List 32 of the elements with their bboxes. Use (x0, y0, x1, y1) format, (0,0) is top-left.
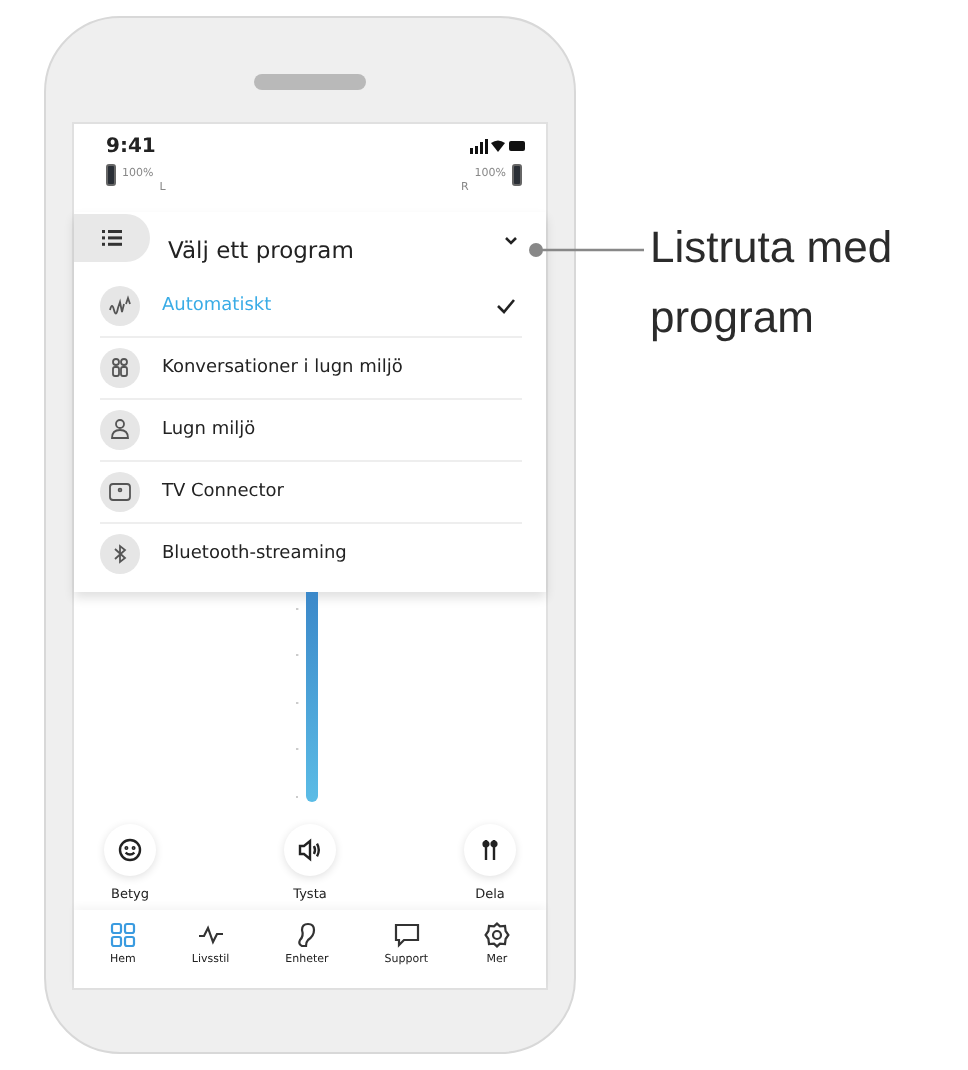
callout-label: Listruta med program (650, 220, 895, 346)
tv-icon (100, 472, 140, 512)
speaker-slot (254, 74, 366, 90)
hearing-aid-icon (293, 922, 320, 948)
leader-line (528, 242, 644, 258)
smiley-icon (118, 838, 142, 862)
battery-icon (512, 164, 522, 186)
bluetooth-icon (100, 534, 140, 574)
program-option[interactable]: TV Connector (100, 460, 522, 522)
chat-icon (393, 922, 420, 948)
pulse-icon (197, 922, 224, 948)
action-button[interactable] (104, 824, 156, 876)
action-button[interactable] (464, 824, 516, 876)
status-time: 9:41 (106, 135, 156, 157)
dropdown-title[interactable]: Välj ett program (168, 236, 504, 264)
grid-icon (109, 922, 136, 948)
program-option[interactable]: Bluetooth-streaming (100, 522, 522, 584)
chevron-icon[interactable] (504, 235, 518, 245)
list-icon (102, 230, 122, 246)
people-icon (100, 348, 140, 388)
settings-icon (483, 922, 510, 948)
person-icon (100, 410, 140, 450)
sliders-icon (478, 838, 502, 862)
list-button[interactable] (74, 214, 150, 262)
waveform-icon (100, 286, 140, 326)
battery-icon (106, 164, 116, 186)
status-icons (470, 138, 526, 154)
action-button[interactable] (284, 824, 336, 876)
speaker-icon (298, 838, 322, 862)
checkmark-icon (496, 298, 516, 314)
program-option[interactable]: Lugn miljö (100, 398, 522, 460)
program-option[interactable]: Konversationer i lugn miljö (100, 336, 522, 398)
